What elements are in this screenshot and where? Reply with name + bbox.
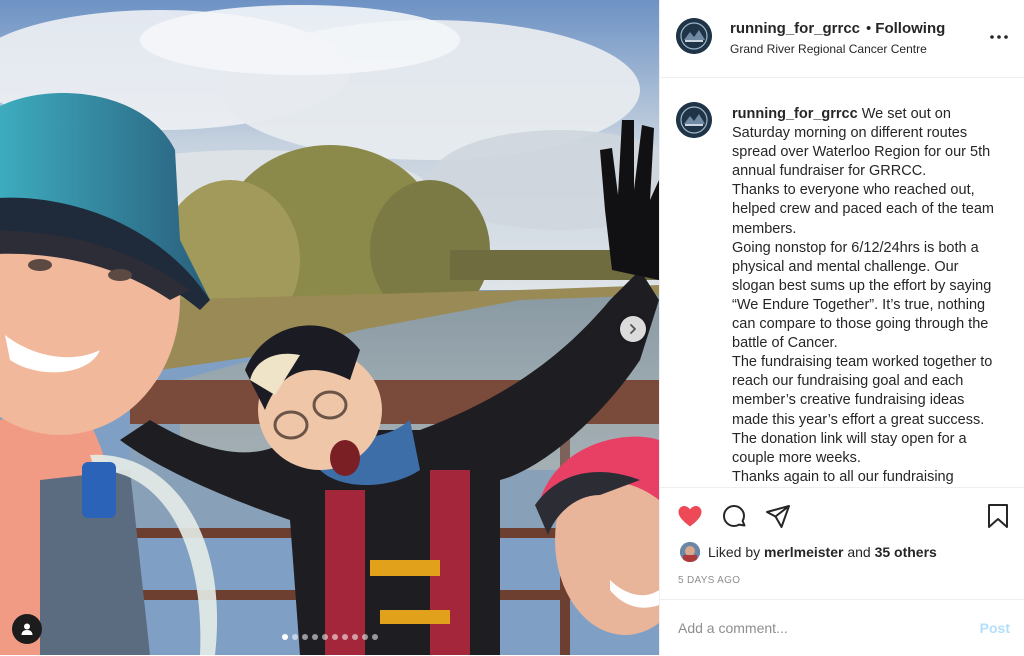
post-timestamp[interactable]: 5 DAYS AGO — [678, 575, 740, 586]
post-photo[interactable] — [0, 0, 659, 655]
photo-scene — [0, 0, 659, 655]
carousel-indicator — [0, 634, 659, 640]
carousel-dot — [291, 634, 298, 640]
caption-username-link[interactable]: running_for_grrcc — [732, 106, 858, 122]
carousel-dot — [321, 634, 328, 640]
likes-summary: Liked by merlmeister and 35 others — [680, 542, 937, 562]
comment-input[interactable] — [676, 612, 970, 644]
paper-plane-icon[interactable] — [764, 502, 792, 530]
more-horizontal-icon — [990, 35, 1008, 39]
carousel-dot — [301, 634, 308, 640]
carousel-dot — [351, 634, 358, 640]
user-tag-icon — [21, 623, 33, 635]
carousel-dot — [371, 634, 378, 640]
more-options-button[interactable] — [988, 26, 1010, 48]
caption-text: We set out on Saturday morning on differ… — [732, 106, 994, 485]
carousel-next-button[interactable] — [620, 316, 646, 342]
avatar[interactable] — [680, 542, 700, 562]
bookmark-icon[interactable] — [984, 502, 1012, 530]
likes-prefix: Liked by — [708, 544, 761, 560]
liker-photo-icon — [680, 542, 700, 562]
profile-logo-icon — [676, 18, 712, 54]
post-side-panel: running_for_grrcc • Following Grand River … — [659, 0, 1024, 655]
liker-username-link[interactable]: merlmeister — [764, 544, 843, 560]
avatar[interactable] — [676, 102, 712, 138]
caption-scroll-area[interactable]: running_for_grrcc We set out on Saturday… — [660, 78, 1024, 488]
chevron-right-icon — [630, 324, 636, 334]
carousel-dot — [361, 634, 368, 640]
post-viewer: running_for_grrcc • Following Grand River … — [0, 0, 1024, 655]
carousel-dot — [331, 634, 338, 640]
comment-bubble-icon[interactable] — [720, 502, 748, 530]
carousel-dot — [281, 634, 288, 640]
avatar[interactable] — [676, 18, 712, 54]
carousel-dot — [311, 634, 318, 640]
tagged-users-button[interactable] — [12, 614, 42, 644]
likes-others-link[interactable]: 35 others — [875, 544, 937, 560]
following-button[interactable]: Following — [875, 20, 945, 37]
location-link[interactable]: Grand River Regional Cancer Centre — [730, 42, 927, 56]
author-username-link[interactable]: running_for_grrcc — [730, 20, 860, 37]
header-separator: • — [866, 20, 872, 37]
post-comment-button[interactable]: Post — [980, 620, 1010, 636]
likes-and: and — [847, 544, 871, 560]
post-caption: running_for_grrcc We set out on Saturday… — [732, 105, 994, 487]
post-header: running_for_grrcc • Following Grand River … — [660, 0, 1024, 78]
carousel-dot — [341, 634, 348, 640]
heart-filled-icon[interactable] — [676, 502, 704, 530]
profile-logo-icon — [676, 102, 712, 138]
post-actions: Liked by merlmeister and 35 others 5 DAY… — [660, 487, 1024, 655]
comment-bar: Post — [660, 599, 1024, 656]
